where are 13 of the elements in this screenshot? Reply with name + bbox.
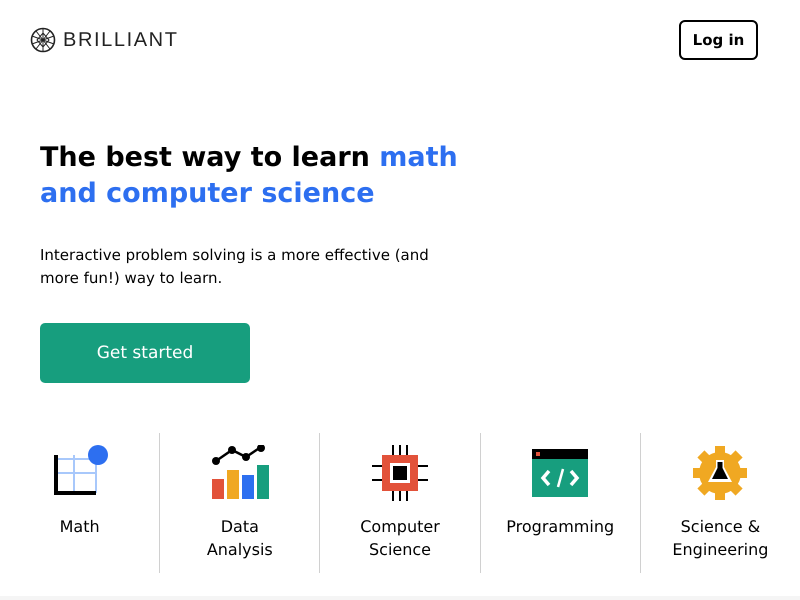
login-button[interactable]: Log in (679, 20, 758, 60)
logo-icon (30, 27, 56, 53)
topic-label[interactable]: Data Analysis (206, 515, 273, 561)
headline: The best way to learn math and computer science (40, 141, 459, 211)
topic-label[interactable]: Programming (506, 515, 614, 538)
topic-label[interactable]: Computer Science (360, 515, 440, 561)
bar-chart-icon (210, 445, 270, 501)
chip-icon (372, 445, 428, 501)
subtitle: Interactive problem solving is a more effective (and more fun!) way to learn. (40, 245, 430, 289)
gear-flask-icon (692, 445, 748, 501)
topic-label[interactable]: Math (60, 515, 100, 538)
logo-text: BRILLIANT (63, 28, 179, 52)
topic-label[interactable]: Science & Engineering (672, 515, 768, 561)
